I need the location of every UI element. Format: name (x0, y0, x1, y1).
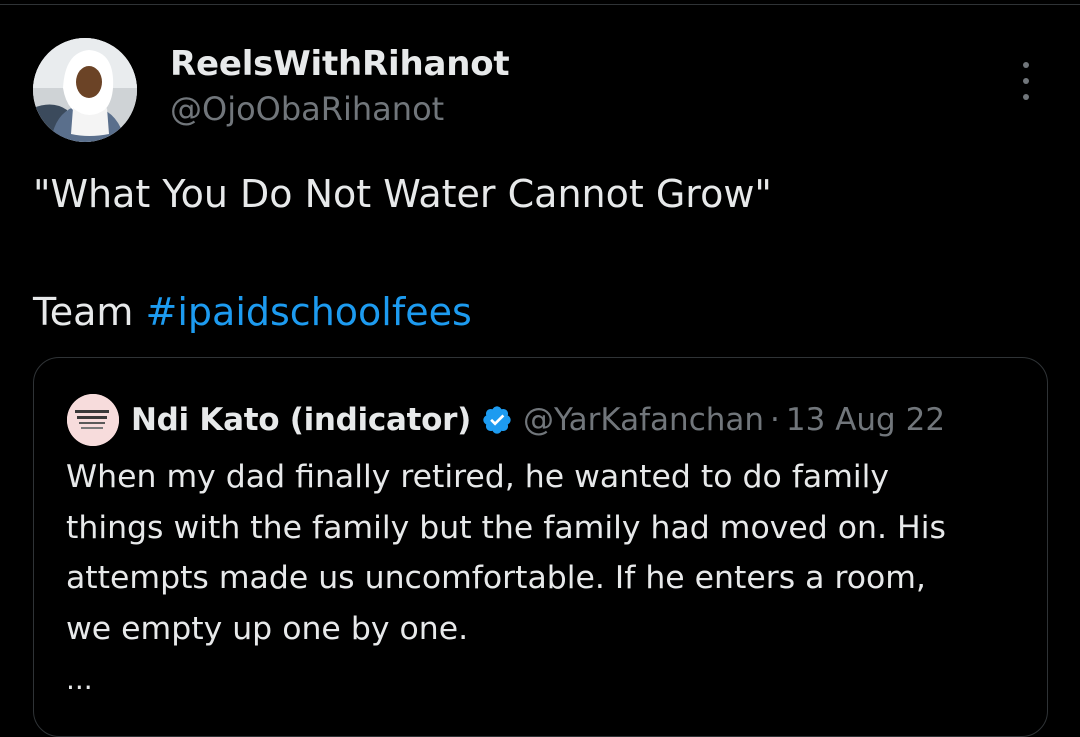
top-divider (0, 0, 1080, 5)
quoted-text-line: we empty up one by one. (66, 610, 469, 647)
quoted-tweet-text: When my dad finally retired, he wanted t… (66, 452, 1026, 654)
author-handle[interactable]: @OjoObaRihanot (170, 90, 444, 128)
quoted-author-handle[interactable]: @YarKafanchan (523, 402, 764, 438)
tweet-text-line: Team #ipaidschoolfees (33, 290, 472, 334)
verified-badge-icon (483, 406, 511, 434)
tweet-text-prefix: Team (33, 290, 146, 334)
quoted-text-line: attempts made us uncomfortable. If he en… (66, 560, 926, 596)
author-display-name[interactable]: ReelsWithRihanot (170, 44, 510, 84)
quoted-text-line: When my dad finally retired, he wanted t… (66, 459, 890, 495)
quoted-text-line: things with the family but the family ha… (66, 509, 946, 546)
quoted-tweet-card[interactable]: Ndi Kato (indicator) @YarKafanchan · 13 … (33, 357, 1048, 737)
avatar-image-icon (67, 394, 119, 446)
more-vertical-icon-dot (1023, 78, 1029, 84)
hashtag-link[interactable]: #ipaidschoolfees (146, 290, 472, 334)
more-vertical-icon-dot (1023, 94, 1029, 100)
quoted-tweet-header: Ndi Kato (indicator) @YarKafanchan · 13 … (131, 394, 945, 446)
tweet-text-line: "What You Do Not Water Cannot Grow" (33, 172, 772, 216)
author-avatar[interactable] (33, 38, 137, 142)
avatar-photo-icon (33, 38, 137, 142)
quoted-author-name[interactable]: Ndi Kato (indicator) (131, 402, 471, 438)
quoted-author-avatar[interactable] (67, 394, 119, 446)
truncation-ellipsis: ... (66, 663, 93, 696)
dot-separator: · (770, 402, 780, 438)
more-options-button[interactable] (1012, 62, 1040, 100)
quoted-tweet-date[interactable]: 13 Aug 22 (786, 402, 945, 438)
more-vertical-icon (1023, 62, 1029, 68)
